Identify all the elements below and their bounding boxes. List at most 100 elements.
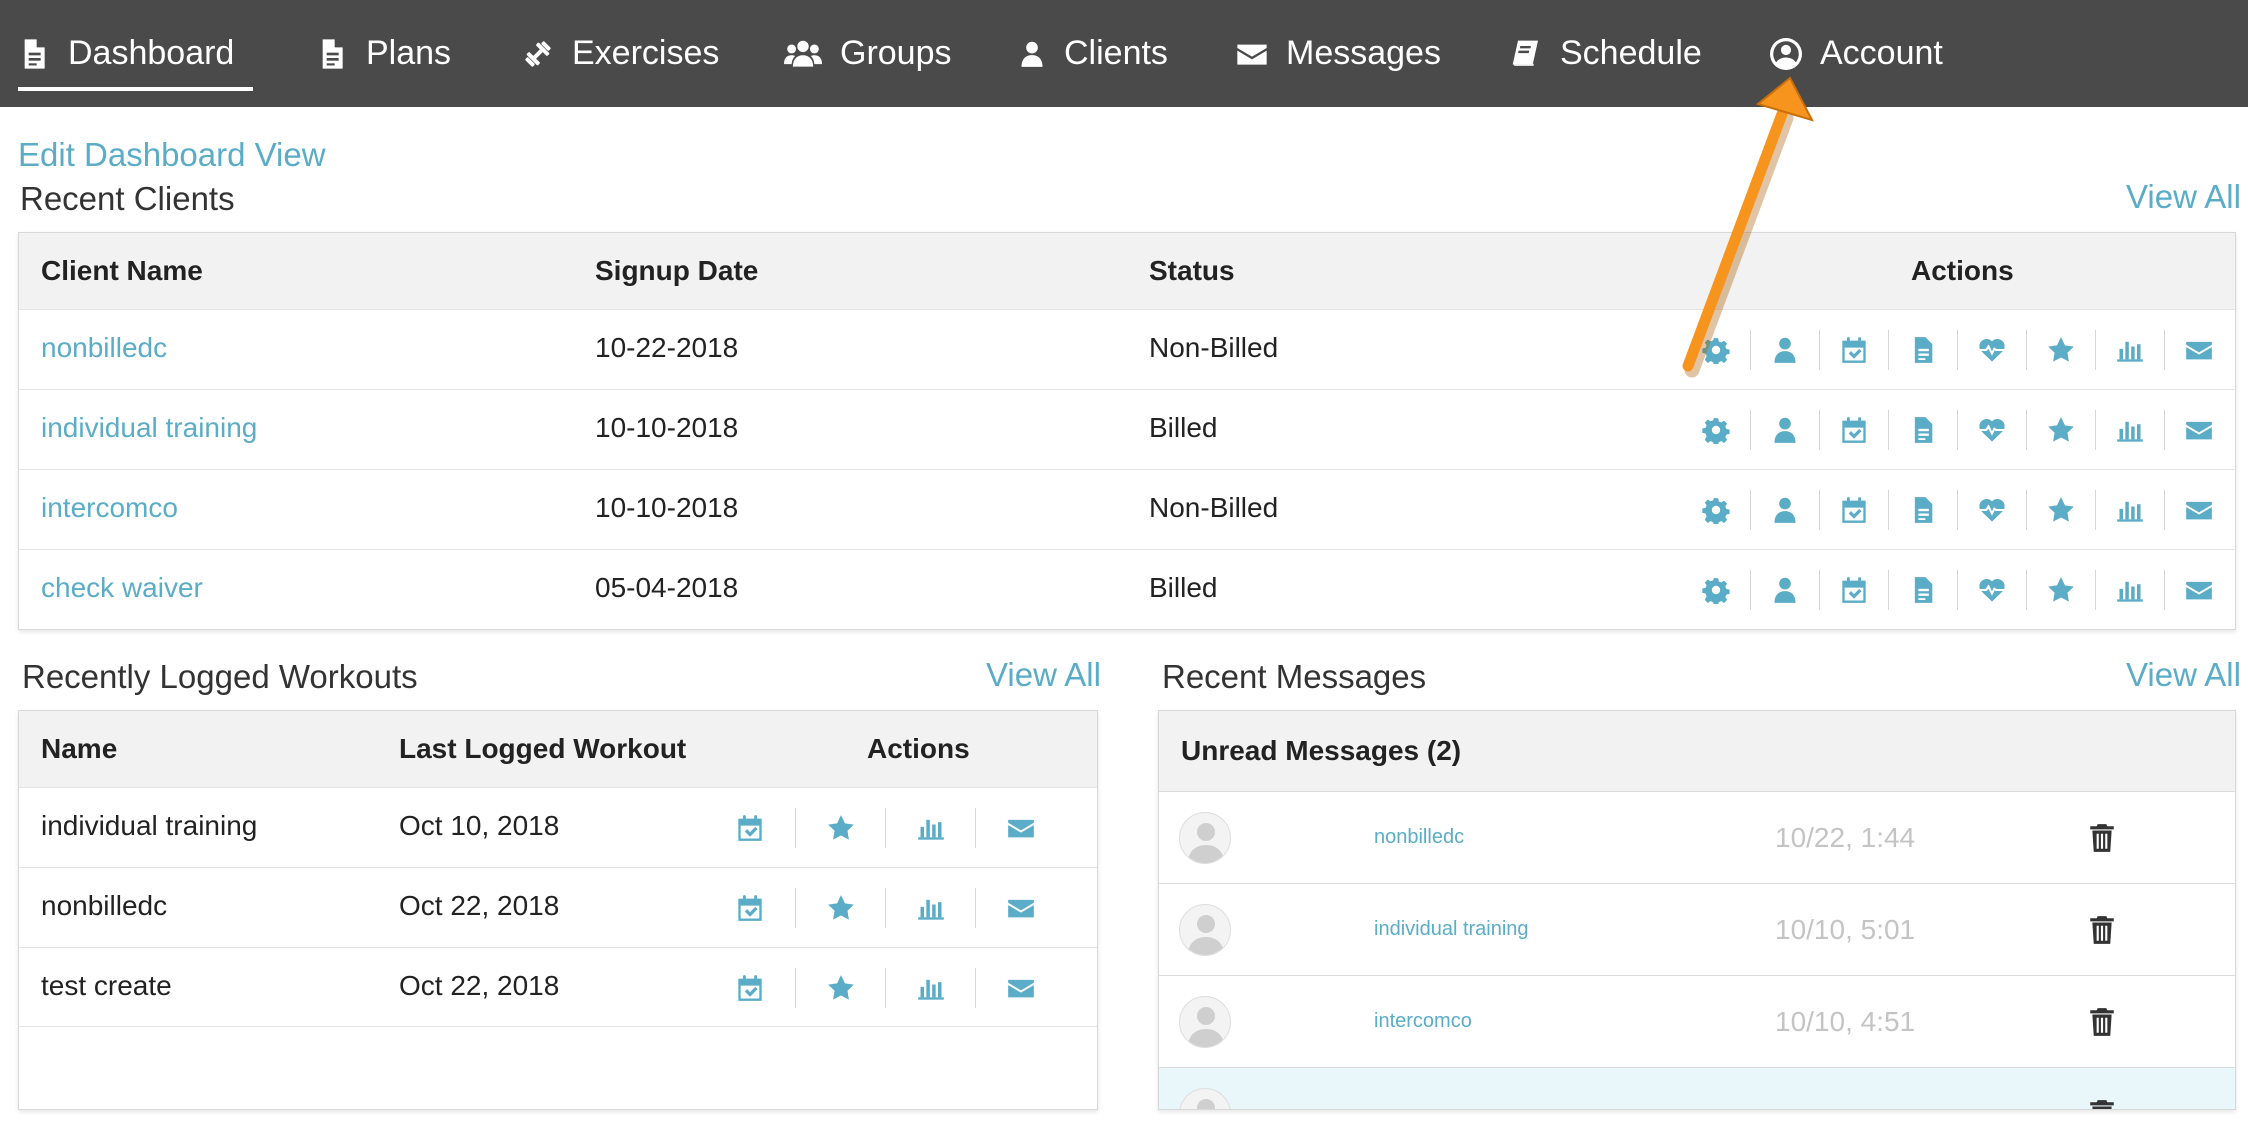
recent-clients-title: Recent Clients [20, 180, 235, 217]
message-sender-link[interactable]: individual training [1374, 918, 1529, 941]
star-action[interactable] [2026, 410, 2095, 450]
nav-groups-label: Groups [840, 34, 952, 72]
envelope-action[interactable] [2164, 490, 2233, 530]
heartbeat-action[interactable] [1957, 410, 2026, 450]
envelope-action[interactable] [975, 808, 1065, 848]
message-time: 10/22, 1:44 [1775, 822, 1916, 853]
heartbeat-action[interactable] [1957, 570, 2026, 610]
nav-messages[interactable]: Messages [1236, 0, 1441, 107]
calendar-check-icon [736, 894, 764, 922]
gear-action[interactable] [1681, 330, 1750, 370]
calendar-check-action[interactable] [705, 888, 795, 928]
star-action[interactable] [2026, 490, 2095, 530]
envelope-action[interactable] [2164, 570, 2233, 610]
unread-messages-heading: Unread Messages (2) [1181, 735, 1462, 766]
edit-dashboard-link[interactable]: Edit Dashboard View [18, 136, 326, 174]
calendar-check-action[interactable] [1819, 330, 1888, 370]
trash-icon[interactable] [2089, 1099, 2119, 1110]
bar-chart-action[interactable] [2095, 570, 2164, 610]
table-header: Name Last Logged Workout Actions [19, 711, 1097, 787]
messages-panel: Unread Messages (2) nonbilledc 10/22, 1:… [1158, 710, 2236, 1110]
envelope-action[interactable] [2164, 410, 2233, 450]
table-row: check waiver 05-04-2018 Billed [19, 549, 2235, 629]
calendar-check-action[interactable] [1819, 410, 1888, 450]
document-action[interactable] [1888, 410, 1957, 450]
user-action[interactable] [1750, 490, 1819, 530]
trash-icon[interactable] [2089, 823, 2119, 853]
heartbeat-icon [1978, 416, 2006, 444]
document-action[interactable] [1888, 490, 1957, 530]
gear-action[interactable] [1681, 570, 1750, 610]
recent-clients-view-all[interactable]: View All [2126, 178, 2241, 216]
nav-schedule[interactable]: Schedule [1510, 0, 1702, 107]
user-action[interactable] [1750, 570, 1819, 610]
column-signup-date: Signup Date [595, 255, 759, 286]
message-row[interactable]: nonbilledc 10/22, 1:44 [1159, 791, 2235, 883]
user-action[interactable] [1750, 330, 1819, 370]
star-icon [2047, 576, 2075, 604]
avatar [1179, 812, 1231, 864]
avatar [1179, 904, 1231, 956]
gear-icon [1702, 416, 1730, 444]
nav-exercises[interactable]: Exercises [522, 0, 719, 107]
client-name-link[interactable]: individual training [41, 412, 257, 444]
document-icon [1909, 416, 1937, 444]
star-action[interactable] [2026, 330, 2095, 370]
message-sender-link[interactable]: intercomco [1374, 1010, 1472, 1033]
row-actions [705, 808, 1065, 848]
star-action[interactable] [795, 888, 885, 928]
signup-date: 10-10-2018 [595, 492, 739, 523]
nav-account[interactable]: Account [1770, 0, 1943, 107]
message-sender-link[interactable]: nonbilledc [1374, 826, 1464, 849]
message-time: 10/10, 5:01 [1775, 914, 1916, 945]
messages-view-all[interactable]: View All [2126, 656, 2241, 694]
message-row[interactable]: intercomco 10/10, 4:51 [1159, 975, 2235, 1067]
signup-date: 10-10-2018 [595, 412, 739, 443]
heartbeat-action[interactable] [1957, 330, 2026, 370]
calendar-check-action[interactable] [705, 968, 795, 1008]
avatar [1179, 996, 1231, 1048]
nav-plans[interactable]: Plans [316, 0, 451, 107]
document-action[interactable] [1888, 330, 1957, 370]
calendar-check-action[interactable] [1819, 570, 1888, 610]
gear-action[interactable] [1681, 490, 1750, 530]
bar-chart-action[interactable] [2095, 330, 2164, 370]
bar-chart-action[interactable] [885, 968, 975, 1008]
star-action[interactable] [795, 808, 885, 848]
client-name-link[interactable]: nonbilledc [41, 332, 167, 364]
document-action[interactable] [1888, 570, 1957, 610]
message-row[interactable]: individual training 10/10, 5:01 [1159, 883, 2235, 975]
user-action[interactable] [1750, 410, 1819, 450]
trash-icon[interactable] [2089, 915, 2119, 945]
nav-clients[interactable]: Clients [1018, 0, 1168, 107]
workout-date: Oct 22, 2018 [399, 890, 560, 921]
bar-chart-icon [2116, 496, 2144, 524]
client-name-link[interactable]: intercomco [41, 492, 178, 524]
envelope-action[interactable] [975, 888, 1065, 928]
star-action[interactable] [2026, 570, 2095, 610]
nav-dashboard[interactable]: Dashboard [18, 0, 253, 107]
document-icon [1909, 496, 1937, 524]
calendar-check-icon [1840, 576, 1868, 604]
star-action[interactable] [795, 968, 885, 1008]
column-last-logged-workout: Last Logged Workout [399, 733, 687, 764]
trash-icon[interactable] [2089, 1007, 2119, 1037]
envelope-action[interactable] [975, 968, 1065, 1008]
client-name-link[interactable]: check waiver [41, 572, 203, 604]
bar-chart-action[interactable] [885, 808, 975, 848]
bar-chart-action[interactable] [885, 888, 975, 928]
signup-date: 05-04-2018 [595, 572, 739, 603]
calendar-check-action[interactable] [705, 808, 795, 848]
workouts-view-all[interactable]: View All [986, 656, 1101, 694]
top-navigation: Dashboard Plans Exercises Groups Clients… [0, 0, 2248, 107]
envelope-action[interactable] [2164, 330, 2233, 370]
message-row[interactable] [1159, 1067, 2235, 1110]
row-actions [1681, 570, 2233, 610]
bar-chart-action[interactable] [2095, 410, 2164, 450]
gear-action[interactable] [1681, 410, 1750, 450]
heartbeat-action[interactable] [1957, 490, 2026, 530]
calendar-check-action[interactable] [1819, 490, 1888, 530]
bar-chart-action[interactable] [2095, 490, 2164, 530]
messages-header: Unread Messages (2) [1159, 711, 2235, 791]
nav-groups[interactable]: Groups [784, 0, 952, 107]
